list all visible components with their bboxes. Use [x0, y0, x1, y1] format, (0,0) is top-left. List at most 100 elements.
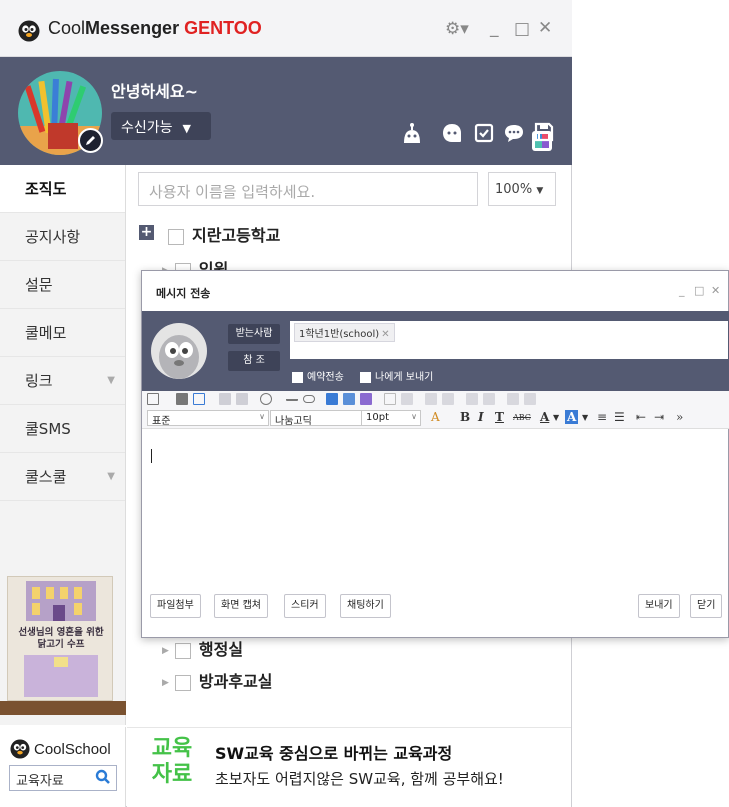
preview-icon[interactable]: [193, 393, 205, 405]
presence-status-value: 수신가능: [121, 120, 173, 136]
zoom-dropdown[interactable]: 100% ▼: [488, 172, 556, 206]
sidebar-item-links[interactable]: 링크 ▼: [0, 357, 125, 405]
insert-row-icon[interactable]: [466, 393, 478, 405]
reserve-send-option[interactable]: 예약전송: [292, 368, 344, 383]
numbered-list-icon[interactable]: ≡: [597, 410, 607, 424]
sidebar-item-coolsms[interactable]: 쿨SMS: [0, 405, 125, 453]
send-to-self-label: 나에게 보내기: [375, 372, 434, 383]
settings-gear-icon[interactable]: ⚙▾: [445, 19, 469, 39]
robot-icon[interactable]: [401, 122, 423, 144]
tree-node-root[interactable]: 지란고등학교: [168, 222, 280, 246]
message-send-dialog: 메시지 전송 _ □ ✕ 받는사람 참 조 1학년1반(school) ✕ 예약전…: [141, 270, 729, 638]
delete-row-icon[interactable]: [507, 393, 519, 405]
tree-checkbox[interactable]: [168, 228, 184, 245]
editor-toolbar-format: 표준∨ 나눔고딕∨ 10pt∨ A B I T ABC A ▼ A ▼ ≡ ☰ …: [142, 407, 729, 429]
close-dialog-button[interactable]: 닫기: [690, 594, 723, 618]
chat-bubble-icon[interactable]: [503, 122, 525, 144]
maximize-icon[interactable]: □: [514, 19, 530, 39]
print-icon[interactable]: [176, 393, 188, 405]
more-tools-icon[interactable]: »: [676, 410, 683, 424]
chevron-down-icon[interactable]: ▼: [553, 413, 559, 422]
font-color-icon[interactable]: A: [540, 410, 549, 424]
indent-icon[interactable]: ⇥: [654, 410, 664, 424]
book-banner[interactable]: 선생님의 영혼을 위한 닭고기 수프: [7, 576, 113, 701]
tree-checkbox[interactable]: [174, 642, 191, 659]
bold-icon[interactable]: B: [460, 410, 470, 424]
minimize-icon[interactable]: _: [490, 18, 499, 38]
presence-status-dropdown[interactable]: 수신가능 ▼: [111, 112, 211, 140]
paragraph-style-select[interactable]: 표준 ∨: [147, 410, 269, 427]
sidebar-item-coolmemo[interactable]: 쿨메모: [0, 309, 125, 357]
cc-button[interactable]: 참 조: [228, 351, 280, 371]
attach-file-button[interactable]: 파일첨부: [150, 594, 201, 618]
highlight-color-icon[interactable]: A: [565, 410, 579, 424]
tree-node-afterschool[interactable]: ▶ 방과후교실: [162, 668, 273, 692]
chevron-down-icon[interactable]: ▼: [582, 413, 588, 422]
emoticon-icon[interactable]: [441, 122, 463, 144]
user-search-placeholder: 사용자 이름을 입력하세요.: [149, 183, 316, 201]
collapsed-arrow-icon[interactable]: ▶: [162, 646, 169, 656]
close-icon[interactable]: ✕: [538, 18, 552, 38]
sidebar-item-label: 설문: [25, 276, 53, 294]
bullet-list-icon[interactable]: ☰: [614, 410, 625, 424]
link-icon[interactable]: [303, 395, 315, 403]
sidebar-item-label: 쿨메모: [25, 324, 67, 342]
penguin-logo-icon: [18, 20, 40, 42]
font-size-select[interactable]: 10pt ∨: [361, 410, 421, 426]
delete-column-icon[interactable]: [524, 393, 536, 405]
maximize-icon[interactable]: □: [694, 284, 704, 297]
tree-checkbox[interactable]: [174, 674, 191, 691]
outdent-icon[interactable]: ⇤: [636, 410, 646, 424]
expand-plus-icon[interactable]: +: [139, 225, 154, 240]
minimize-icon[interactable]: _: [679, 284, 685, 297]
avatar-edit-pencil-icon[interactable]: [78, 128, 103, 153]
text-effect-icon[interactable]: A: [431, 410, 440, 424]
sidebar-item-notices[interactable]: 공지사항: [0, 213, 125, 261]
checkbox-task-icon[interactable]: [473, 122, 495, 144]
sidebar-item-coolschool[interactable]: 쿨스쿨 ▼: [0, 453, 125, 501]
save-disk-icon[interactable]: [533, 121, 555, 143]
remove-recipient-icon[interactable]: ✕: [381, 329, 389, 340]
find-icon[interactable]: [260, 393, 272, 405]
tree-node-admin-office[interactable]: ▶ 행정실: [162, 636, 243, 660]
cell-grid-icon[interactable]: [384, 393, 396, 405]
italic-icon[interactable]: I: [478, 410, 484, 424]
send-to-self-checkbox[interactable]: [360, 371, 371, 383]
chevron-down-icon: ▼: [536, 186, 544, 196]
merge-cells-icon[interactable]: [425, 393, 437, 405]
message-editor[interactable]: [150, 435, 722, 585]
fill-color-icon[interactable]: [401, 393, 413, 405]
horizontal-line-icon[interactable]: [286, 393, 298, 401]
reserve-send-label: 예약전송: [307, 372, 344, 383]
sidebar-item-org-chart[interactable]: 조직도: [0, 165, 125, 213]
coolschool-search-input[interactable]: 교육자료: [9, 765, 117, 791]
sidebar-item-survey[interactable]: 설문: [0, 261, 125, 309]
insert-image-icon[interactable]: [343, 393, 355, 405]
reserve-send-checkbox[interactable]: [292, 371, 303, 383]
table-icon[interactable]: [326, 393, 338, 405]
sticker-button[interactable]: 스티커: [284, 594, 326, 618]
split-cells-icon[interactable]: [442, 393, 454, 405]
redo-icon[interactable]: [236, 393, 248, 405]
strikethrough-icon[interactable]: ABC: [513, 413, 531, 422]
insert-chart-icon[interactable]: [360, 393, 372, 405]
insert-column-icon[interactable]: [483, 393, 495, 405]
title-bar: CoolMessenger GENTOO ⚙▾ _ □ ✕: [0, 0, 572, 57]
screen-capture-button[interactable]: 화면 캡쳐: [214, 594, 268, 618]
close-icon[interactable]: ✕: [711, 284, 720, 297]
send-to-self-option[interactable]: 나에게 보내기: [360, 368, 433, 383]
paragraph-style-value: 표준: [152, 416, 171, 427]
recipient-field[interactable]: 1학년1반(school) ✕: [290, 321, 728, 359]
status-message[interactable]: 안녕하세요~: [111, 78, 198, 102]
user-search-input[interactable]: 사용자 이름을 입력하세요.: [138, 172, 478, 206]
undo-icon[interactable]: [219, 393, 231, 405]
save-icon[interactable]: [147, 393, 159, 405]
to-recipient-button[interactable]: 받는사람: [228, 324, 280, 344]
collapsed-arrow-icon[interactable]: ▶: [162, 678, 169, 688]
chevron-down-icon: ▼: [182, 122, 191, 135]
send-button[interactable]: 보내기: [638, 594, 680, 618]
underline-icon[interactable]: T: [495, 410, 504, 424]
search-icon[interactable]: [95, 769, 111, 785]
education-ad-banner[interactable]: 교육 자료 SW교육 중심으로 바뀌는 교육과정 초보자도 어렵지않은 SW교육…: [127, 727, 571, 807]
start-chat-button[interactable]: 채팅하기: [340, 594, 391, 618]
